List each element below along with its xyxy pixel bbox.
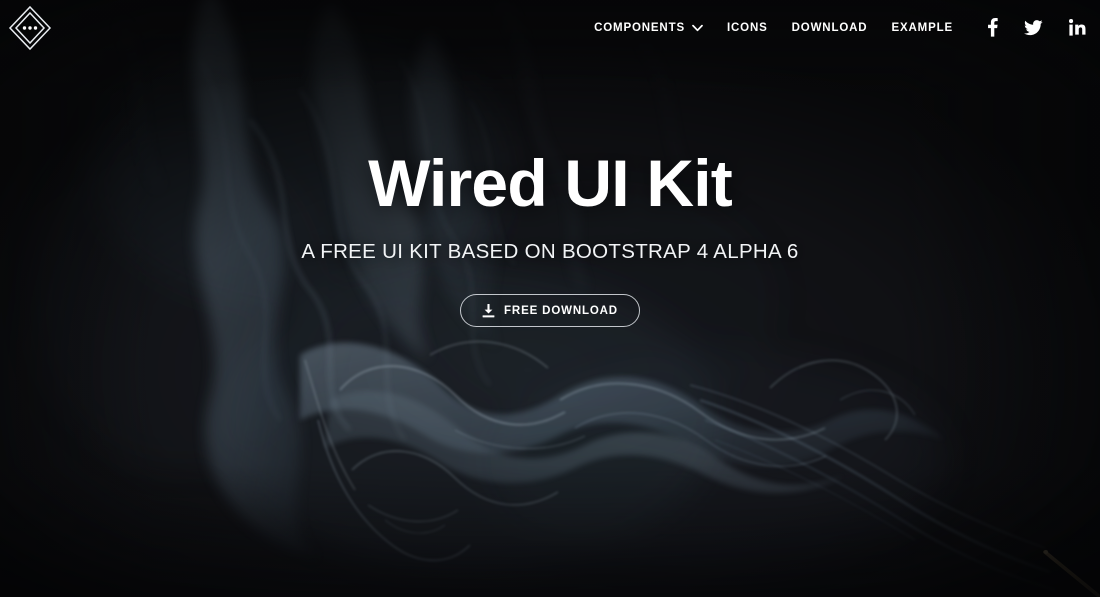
- free-download-button[interactable]: FREE DOWNLOAD: [460, 294, 640, 327]
- download-icon: [482, 303, 495, 318]
- cta-wrapper: FREE DOWNLOAD: [0, 294, 1100, 327]
- nav-item-download[interactable]: DOWNLOAD: [792, 22, 868, 34]
- nav-item-icons[interactable]: ICONS: [727, 22, 768, 34]
- linkedin-link[interactable]: [1069, 19, 1086, 36]
- nav-links-group: COMPONENTS ICONS DOWNLOAD EXAMPLE: [594, 18, 1086, 37]
- twitter-link[interactable]: [1024, 19, 1043, 36]
- hero-subtitle: A FREE UI KIT BASED ON BOOTSTRAP 4 ALPHA…: [301, 240, 799, 263]
- linkedin-icon: [1069, 19, 1086, 36]
- facebook-link[interactable]: [987, 18, 998, 37]
- free-download-button-label: FREE DOWNLOAD: [504, 304, 618, 317]
- facebook-icon: [988, 18, 998, 37]
- brand-logo[interactable]: [6, 3, 54, 53]
- nav-item-download-label: DOWNLOAD: [791, 21, 868, 34]
- nav-item-example[interactable]: EXAMPLE: [891, 22, 953, 34]
- hero-content: Wired UI Kit A FREE UI KIT BASED ON BOOT…: [0, 150, 1100, 327]
- chevron-down-icon: [692, 24, 703, 32]
- top-navigation-bar: COMPONENTS ICONS DOWNLOAD EXAMPLE: [0, 0, 1100, 57]
- hero-section: COMPONENTS ICONS DOWNLOAD EXAMPLE Wired …: [0, 0, 1100, 597]
- nav-item-components-label: COMPONENTS: [594, 21, 685, 34]
- incense-stick: [1043, 549, 1100, 597]
- page-title: Wired UI Kit: [368, 146, 733, 220]
- twitter-icon: [1024, 19, 1043, 35]
- nav-item-components[interactable]: COMPONENTS: [594, 22, 703, 34]
- nav-item-icons-label: ICONS: [726, 21, 768, 34]
- nav-item-example-label: EXAMPLE: [891, 21, 953, 34]
- diamond-dots-logo-icon: [8, 5, 52, 51]
